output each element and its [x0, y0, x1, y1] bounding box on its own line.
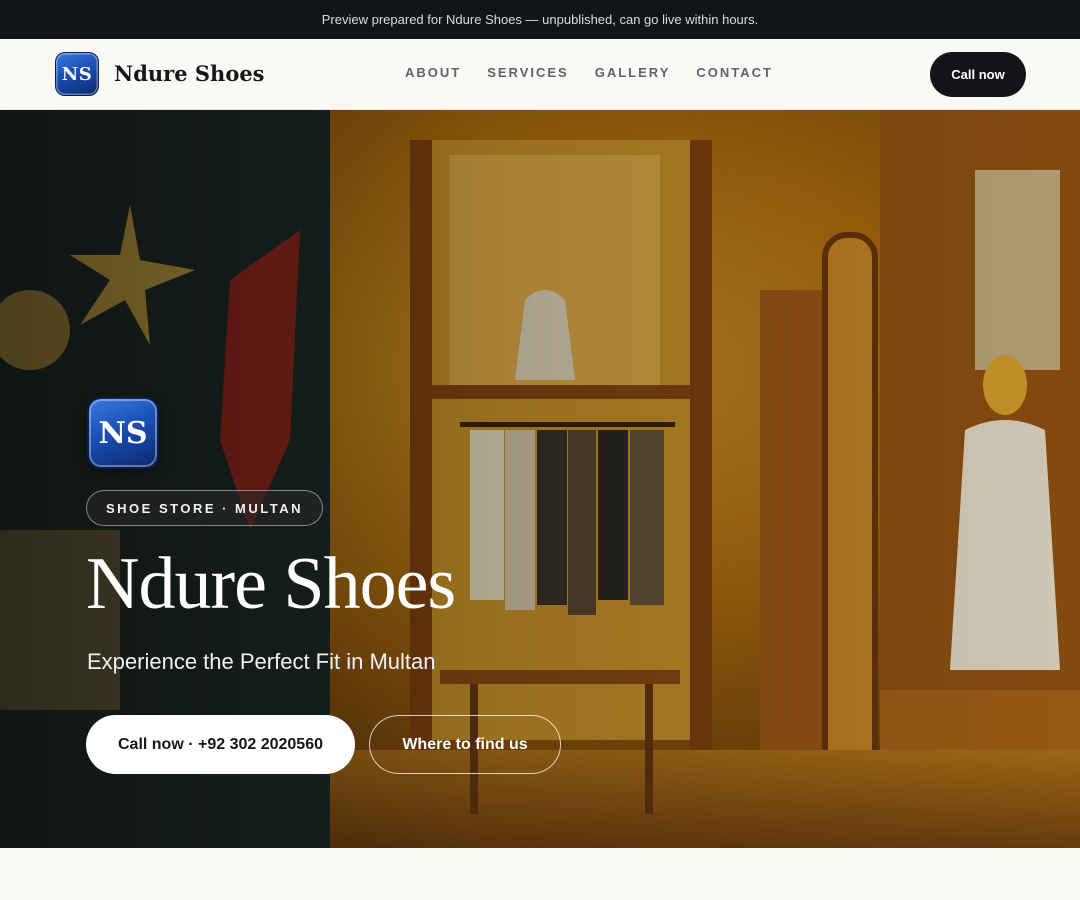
nav-about[interactable]: ABOUT [405, 65, 461, 81]
hero-subtitle: Experience the Perfect Fit in Multan [87, 649, 436, 674]
announcement-bar: Preview prepared for Ndure Shoes — unpub… [0, 0, 1080, 39]
nav-contact[interactable]: CONTACT [696, 65, 773, 81]
nav-services[interactable]: SERVICES [487, 65, 569, 81]
brand-name[interactable]: Ndure Shoes [114, 61, 265, 87]
hero-logo-badge: NS [87, 397, 159, 469]
nav-gallery[interactable]: GALLERY [595, 65, 671, 81]
category-tag: SHOE STORE · MULTAN [86, 490, 323, 526]
hero-logo-initials: NS [98, 415, 148, 451]
where-to-find-us-button[interactable]: Where to find us [369, 715, 561, 774]
site-header: NS Ndure Shoes ABOUT SERVICES GALLERY CO… [0, 39, 1080, 110]
brand-logo[interactable]: NS [55, 52, 99, 96]
hero-title: Ndure Shoes [86, 543, 456, 625]
hero-section: NS SHOE STORE · MULTAN Ndure Shoes Exper… [0, 110, 1080, 848]
announcement-text: Preview prepared for Ndure Shoes — unpub… [321, 12, 759, 27]
main-nav: ABOUT SERVICES GALLERY CONTACT [405, 65, 773, 81]
logo-initials: NS [61, 63, 93, 85]
header-call-button[interactable]: Call now [930, 52, 1026, 97]
call-now-phone-button[interactable]: Call now · +92 302 2020560 [86, 715, 355, 774]
